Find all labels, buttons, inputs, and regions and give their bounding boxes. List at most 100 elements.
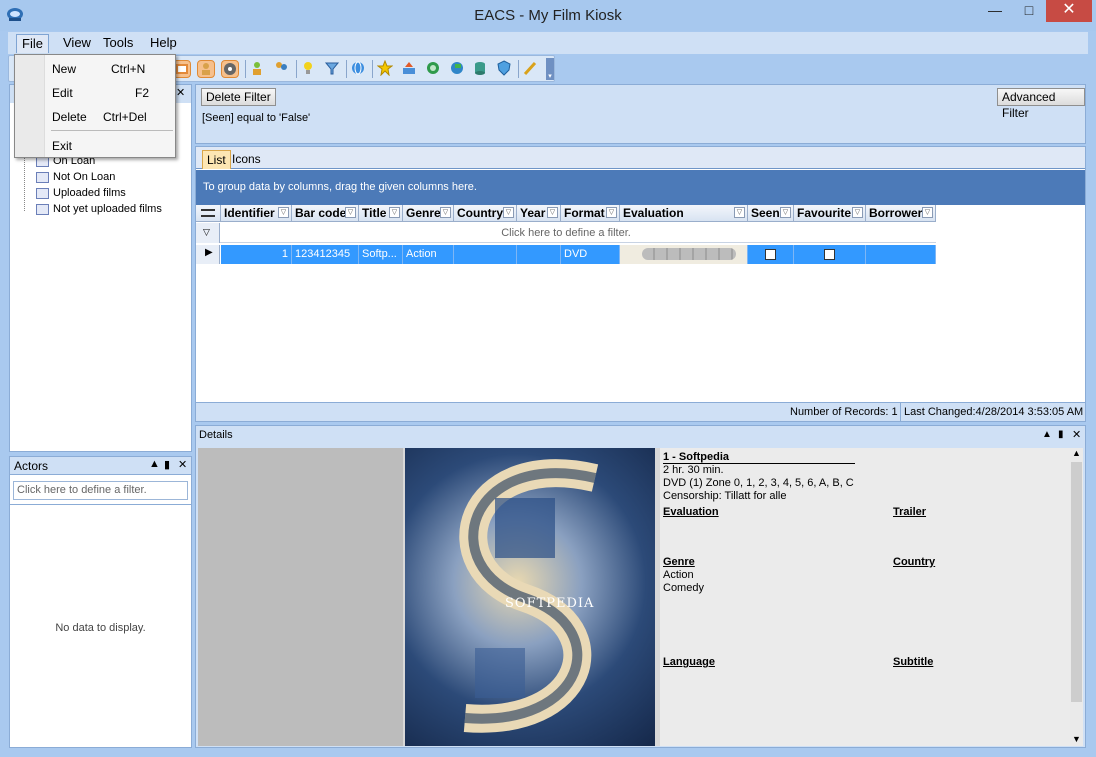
minimize-button[interactable]: — bbox=[978, 0, 1012, 22]
menu-item-shortcut: Ctrl+Del bbox=[103, 110, 147, 124]
close-icon[interactable]: ✕ bbox=[178, 458, 187, 471]
tab-icons[interactable]: Icons bbox=[228, 150, 265, 169]
cell-year[interactable] bbox=[517, 245, 561, 264]
rating-stars[interactable] bbox=[642, 248, 736, 260]
toolbar-database-button[interactable] bbox=[472, 60, 490, 78]
column-header-year[interactable]: Year ▽ bbox=[517, 205, 561, 222]
toolbar-update-button[interactable] bbox=[449, 60, 467, 78]
menu-tools[interactable]: Tools bbox=[98, 34, 138, 53]
menu-item-exit[interactable]: Exit bbox=[15, 134, 175, 156]
toolbar-internet-button[interactable] bbox=[350, 60, 368, 78]
collapse-icon[interactable]: ▲ bbox=[149, 458, 160, 470]
tab-list[interactable]: List bbox=[202, 150, 231, 169]
toolbar-separator bbox=[245, 60, 246, 78]
title-bar: EACS - My Film Kiosk — □ ✕ bbox=[0, 0, 1096, 31]
window-title: EACS - My Film Kiosk bbox=[474, 7, 622, 24]
tree-item-not-yet-uploaded-films[interactable]: Not yet uploaded films bbox=[36, 203, 162, 219]
toolbar-overflow-button[interactable]: ▾ bbox=[546, 58, 554, 80]
menu-bar: File View Tools Help bbox=[8, 32, 1088, 54]
toolbar-sync-button[interactable] bbox=[425, 60, 443, 78]
maximize-button[interactable]: □ bbox=[1012, 0, 1046, 22]
folder-icon bbox=[36, 203, 49, 215]
tree-item-not-on-loan[interactable]: Not On Loan bbox=[36, 171, 115, 187]
toolbar-person-view-button[interactable] bbox=[197, 60, 215, 78]
column-header-genre[interactable]: Genre ▽ bbox=[403, 205, 454, 222]
toolbar-tip-button[interactable] bbox=[300, 60, 318, 78]
column-header-country[interactable]: Country ▽ bbox=[454, 205, 517, 222]
column-filter-icon[interactable]: ▽ bbox=[389, 207, 400, 218]
column-header-format[interactable]: Format ▽ bbox=[561, 205, 620, 222]
column-header-title[interactable]: Title ▽ bbox=[359, 205, 403, 222]
menu-item-delete[interactable]: Delete Ctrl+Del bbox=[15, 105, 175, 127]
favourite-checkbox[interactable] bbox=[824, 248, 835, 260]
column-filter-icon[interactable]: ▽ bbox=[606, 207, 617, 218]
cell-borrower[interactable] bbox=[866, 245, 936, 264]
scroll-up-icon[interactable]: ▲ bbox=[1072, 448, 1081, 458]
column-header-evaluation[interactable]: Evaluation ▽ bbox=[620, 205, 748, 222]
cell-title[interactable]: Softp... bbox=[359, 245, 403, 264]
menu-item-shortcut: Ctrl+N bbox=[111, 62, 146, 76]
scrollbar-thumb[interactable] bbox=[1071, 462, 1082, 702]
actor-icon bbox=[253, 62, 261, 75]
cell-barcode[interactable]: 123412345 bbox=[292, 245, 359, 264]
details-panel: Details ▲ ▮ ✕ SOFTPEDIA 1 - Softpedia 2 … bbox=[195, 425, 1086, 748]
advanced-filter-button[interactable]: Advanced Filter bbox=[997, 88, 1085, 120]
column-header-borrower[interactable]: Borrower ▽ bbox=[866, 205, 936, 222]
tree-item-uploaded-films[interactable]: Uploaded films bbox=[36, 187, 126, 203]
cell-evaluation[interactable] bbox=[620, 245, 748, 264]
column-header-favourite[interactable]: Favourite ▽ bbox=[794, 205, 866, 222]
toolbar-filter-button[interactable] bbox=[324, 60, 342, 78]
column-header-seen[interactable]: Seen ▽ bbox=[748, 205, 794, 222]
menu-view[interactable]: View bbox=[58, 34, 96, 53]
column-filter-icon[interactable]: ▽ bbox=[780, 207, 791, 218]
column-header-barcode[interactable]: Bar code ▽ bbox=[292, 205, 359, 222]
column-filter-icon[interactable]: ▽ bbox=[734, 207, 745, 218]
group-by-area[interactable]: To group data by columns, drag the given… bbox=[196, 170, 1085, 205]
delete-filter-button[interactable]: Delete Filter bbox=[201, 88, 276, 106]
menu-file[interactable]: File bbox=[16, 34, 49, 53]
table-row[interactable]: ▶ 1 123412345 Softp... Action DVD bbox=[196, 245, 936, 264]
filter-expression[interactable]: [Seen] equal to 'False' bbox=[202, 112, 310, 124]
toolbar-reel-button[interactable] bbox=[221, 60, 239, 78]
database-icon bbox=[475, 62, 485, 75]
toolbar-security-button[interactable] bbox=[496, 60, 514, 78]
toolbar-favourite-button[interactable] bbox=[376, 59, 395, 78]
film-duration: 2 hr. 30 min. bbox=[663, 464, 724, 476]
column-filter-icon[interactable]: ▽ bbox=[547, 207, 558, 218]
menu-item-new[interactable]: New Ctrl+N bbox=[15, 57, 175, 79]
cell-format[interactable]: DVD bbox=[561, 245, 620, 264]
menu-separator bbox=[51, 130, 173, 131]
close-icon[interactable]: ✕ bbox=[1072, 428, 1081, 441]
toolbar-actors-button[interactable] bbox=[273, 60, 291, 78]
pin-icon[interactable]: ▮ bbox=[1058, 429, 1064, 440]
column-filter-icon[interactable]: ▽ bbox=[852, 207, 863, 218]
toolbar-add-actor-button[interactable] bbox=[249, 60, 267, 78]
close-window-button[interactable]: ✕ bbox=[1046, 0, 1092, 22]
cell-seen[interactable] bbox=[748, 245, 794, 264]
collapse-icon[interactable]: ▲ bbox=[1042, 429, 1052, 440]
column-header-identifier[interactable]: Identifier ▽ bbox=[221, 205, 292, 222]
column-chooser-button[interactable] bbox=[196, 205, 221, 222]
cell-country[interactable] bbox=[454, 245, 517, 264]
toolbar-import-button[interactable] bbox=[401, 60, 419, 78]
cell-genre[interactable]: Action bbox=[403, 245, 454, 264]
toolbar-separator bbox=[372, 60, 373, 78]
grid-filter-row[interactable]: ▽ Click here to define a filter. bbox=[196, 223, 936, 243]
scroll-down-icon[interactable]: ▼ bbox=[1072, 734, 1081, 744]
details-scrollbar[interactable]: ▲ ▼ bbox=[1070, 448, 1083, 746]
column-filter-icon[interactable]: ▽ bbox=[440, 207, 451, 218]
cell-favourite[interactable] bbox=[794, 245, 866, 264]
menu-help[interactable]: Help bbox=[145, 34, 182, 53]
actors-filter-input[interactable]: Click here to define a filter. bbox=[13, 481, 188, 500]
column-filter-icon[interactable]: ▽ bbox=[278, 207, 289, 218]
column-filter-icon[interactable]: ▽ bbox=[503, 207, 514, 218]
toolbar-separator bbox=[296, 60, 297, 78]
close-icon[interactable]: ✕ bbox=[176, 86, 185, 99]
column-filter-icon[interactable]: ▽ bbox=[345, 207, 356, 218]
toolbar-clean-button[interactable] bbox=[522, 60, 540, 78]
menu-item-edit[interactable]: Edit F2 bbox=[15, 81, 175, 103]
seen-checkbox[interactable] bbox=[765, 248, 776, 260]
cell-identifier[interactable]: 1 bbox=[221, 245, 292, 264]
column-filter-icon[interactable]: ▽ bbox=[922, 207, 933, 218]
pin-icon[interactable]: ▮ bbox=[164, 458, 170, 471]
